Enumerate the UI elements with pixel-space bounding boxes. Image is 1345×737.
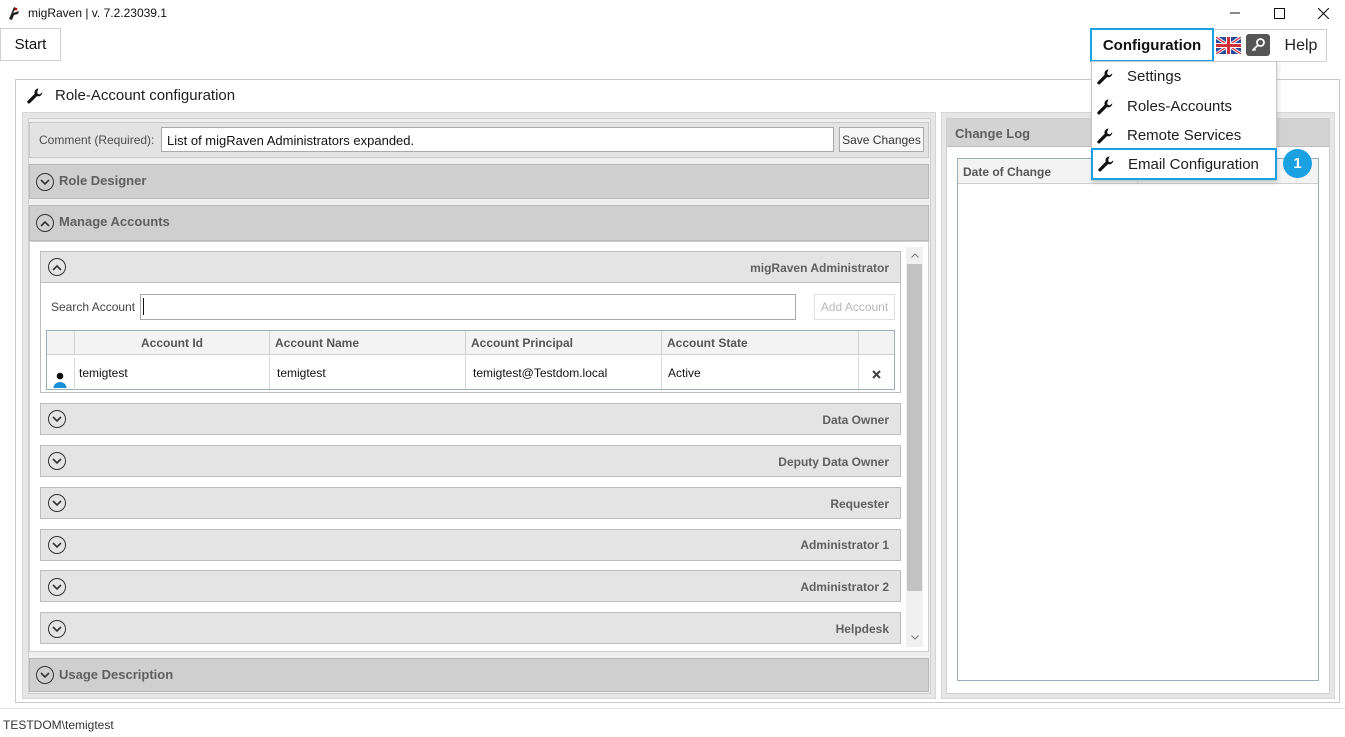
uk-flag-icon[interactable] (1215, 35, 1242, 56)
menu-item-email-configuration[interactable]: Email Configuration (1091, 148, 1277, 180)
table-header[interactable]: Account Principal (466, 331, 662, 355)
menu-item-label: Remote Services (1127, 127, 1242, 144)
chevron-down-icon[interactable] (48, 620, 66, 638)
configuration-button[interactable]: Configuration (1090, 28, 1214, 62)
menu-item-label: Email Configuration (1128, 155, 1259, 173)
cell-account-principal: temigtest@Testdom.local (466, 356, 662, 389)
add-account-button[interactable]: Add Account (814, 294, 895, 320)
remove-account-button[interactable] (859, 356, 894, 389)
key-button[interactable] (1246, 34, 1270, 56)
start-button[interactable]: Start (0, 28, 61, 61)
close-button[interactable] (1300, 0, 1345, 26)
chevron-up-icon (910, 252, 919, 258)
wrench-icon (1095, 97, 1115, 117)
page-title: Role-Account configuration (55, 87, 236, 104)
close-icon (1317, 7, 1329, 19)
scroll-up-button[interactable] (906, 247, 923, 263)
section-role-designer[interactable] (29, 164, 929, 199)
minimize-button[interactable] (1212, 0, 1258, 26)
chevron-down-icon[interactable] (36, 666, 54, 684)
change-log-title: Change Log (955, 126, 1031, 141)
search-account-input[interactable] (140, 294, 796, 320)
minimize-icon (1230, 12, 1240, 14)
step-badge: 1 (1283, 149, 1312, 178)
menu-item-settings[interactable]: Settings (1092, 62, 1276, 91)
group-title: Administrator 1 (800, 538, 889, 552)
text-caret (143, 298, 144, 315)
chevron-down-icon (910, 634, 919, 640)
status-user: TESTDOM\temigtest (3, 718, 114, 732)
maximize-icon (1273, 7, 1285, 19)
help-button[interactable]: Help (1276, 30, 1326, 61)
status-bar-divider (0, 708, 1345, 709)
chevron-up-icon[interactable] (36, 214, 54, 232)
chevron-down-icon[interactable] (48, 494, 66, 512)
table-header[interactable]: Account State (662, 331, 859, 355)
comment-label: Comment (Required): (39, 133, 155, 147)
wrench-icon (1095, 67, 1115, 87)
wrench-icon (1096, 154, 1116, 174)
table-header-action-col (859, 331, 894, 355)
user-icon (53, 372, 67, 388)
cell-account-state: Active (662, 356, 859, 389)
search-account-label: Search Account (51, 300, 136, 314)
change-log-grid[interactable] (957, 158, 1319, 681)
scroll-down-button[interactable] (906, 629, 923, 645)
remove-icon (872, 370, 881, 379)
section-role-designer-title: Role Designer (59, 173, 147, 188)
maximize-button[interactable] (1256, 0, 1302, 26)
app-logo-icon (6, 5, 22, 21)
group-title: Helpdesk (835, 622, 889, 636)
menu-item-label: Roles-Accounts (1127, 98, 1233, 115)
table-header[interactable]: Account Id (75, 331, 270, 355)
group-title: migRaven Administrator (750, 261, 889, 275)
group-title: Deputy Data Owner (778, 455, 889, 469)
chevron-down-icon[interactable] (48, 452, 66, 470)
wrench-icon (26, 87, 44, 105)
key-icon (1251, 38, 1265, 52)
group-title: Administrator 2 (800, 580, 889, 594)
group-title: Requester (830, 497, 889, 511)
section-manage-accounts-title: Manage Accounts (59, 214, 170, 229)
cell-account-name: temigtest (270, 356, 466, 389)
table-header[interactable]: Account Name (270, 331, 466, 355)
table-row[interactable] (47, 358, 75, 391)
menu-item-label: Settings (1127, 68, 1182, 85)
cell-account-id: temigtest (75, 356, 270, 389)
menu-item-remote-services[interactable]: Remote Services (1092, 121, 1276, 150)
section-usage-description-title: Usage Description (59, 667, 174, 682)
comment-input[interactable]: List of migRaven Administrators expanded… (161, 127, 834, 152)
menu-item-roles-accounts[interactable]: Roles-Accounts (1092, 92, 1276, 121)
scrollbar-thumb[interactable] (907, 264, 922, 591)
chevron-down-icon[interactable] (48, 536, 66, 554)
window-title: migRaven | v. 7.2.23039.1 (28, 6, 167, 20)
chevron-down-icon[interactable] (48, 410, 66, 428)
title-bar (0, 0, 1345, 26)
group-title: Data Owner (822, 413, 889, 427)
table-header-icon-col (47, 331, 75, 355)
chevron-up-icon[interactable] (48, 258, 66, 276)
chevron-down-icon[interactable] (48, 578, 66, 596)
chevron-down-icon[interactable] (36, 173, 54, 191)
wrench-icon (1095, 126, 1115, 146)
save-changes-button[interactable]: Save Changes (839, 127, 924, 152)
